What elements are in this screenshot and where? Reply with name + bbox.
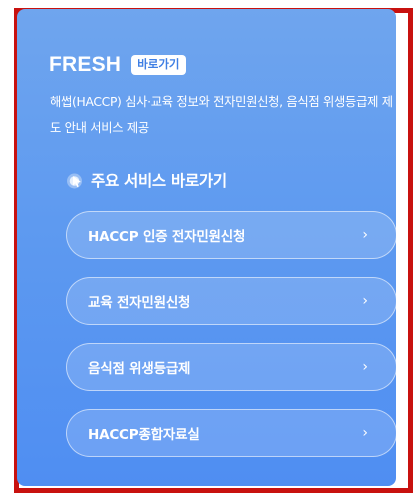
service-label: 교육 전자민원신청 xyxy=(88,295,191,311)
haccp-archive-button[interactable]: HACCP종합자료실 › xyxy=(66,409,397,457)
pointer-icon xyxy=(66,172,83,189)
panel-title: FRESH xyxy=(49,53,122,76)
service-label: HACCP 인증 전자민원신청 xyxy=(88,229,246,245)
title-row: FRESH 바로가기 xyxy=(49,53,186,77)
haccp-eminwon-button[interactable]: HACCP 인증 전자민원신청 › xyxy=(66,211,397,259)
service-label: HACCP종합자료실 xyxy=(88,427,200,443)
education-eminwon-button[interactable]: 교육 전자민원신청 › xyxy=(66,277,397,325)
service-list: HACCP 인증 전자민원신청 › 교육 전자민원신청 › 음식점 위생등급제 … xyxy=(66,211,397,475)
restaurant-hygiene-grade-button[interactable]: 음식점 위생등급제 › xyxy=(66,343,397,391)
section-title: 주요 서비스 바로가기 xyxy=(91,172,227,190)
goto-badge-button[interactable]: 바로가기 xyxy=(131,55,186,75)
chevron-right-icon: › xyxy=(362,293,368,309)
section-header: 주요 서비스 바로가기 xyxy=(66,169,227,191)
chevron-right-icon: › xyxy=(362,425,368,441)
chevron-right-icon: › xyxy=(362,227,368,243)
service-label: 음식점 위생등급제 xyxy=(88,361,191,377)
panel-description: 해썹(HACCP) 심사·교육 정보와 전자민원신청, 음식점 위생등급제 제도… xyxy=(50,95,393,135)
chevron-right-icon: › xyxy=(362,359,368,375)
